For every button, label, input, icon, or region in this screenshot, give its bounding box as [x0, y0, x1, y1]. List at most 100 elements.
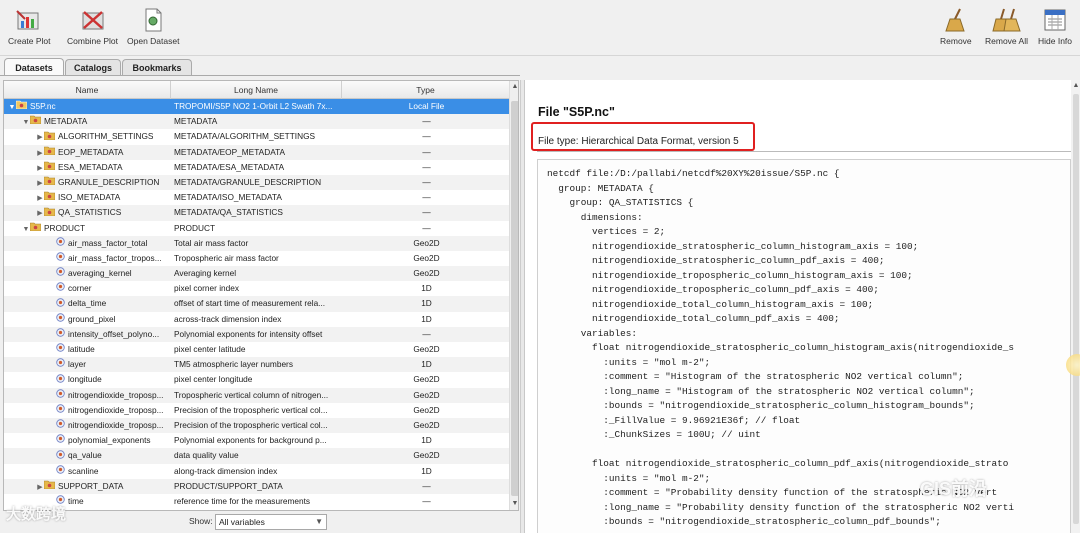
cell-name: latitude — [4, 342, 171, 357]
cell-long-name: Tropospheric vertical column of nitrogen… — [174, 389, 329, 400]
cell-type: Geo2D — [413, 374, 440, 385]
cell-long-name: METADATA/ISO_METADATA — [174, 192, 282, 203]
column-header-name[interactable]: Name — [4, 81, 171, 99]
info-panel: File "S5P.nc" File type: Hierarchical Da… — [524, 80, 1080, 533]
cell-name: corner — [4, 281, 171, 296]
group-folder-icon — [29, 221, 42, 236]
table-row[interactable]: averaging_kernel Averaging kernel Geo2D — [4, 266, 509, 282]
info-scrollbar[interactable]: ▲ — [1071, 80, 1080, 533]
table-row[interactable]: nitrogendioxide_troposp... Precision of t… — [4, 417, 509, 434]
collapsed-toggle-icon[interactable]: ▶ — [36, 191, 44, 206]
info-scroll-up-icon[interactable]: ▲ — [1071, 82, 1080, 89]
show-filter-select[interactable]: All variables ▼ — [215, 514, 327, 530]
table-row[interactable]: longitude pixel center longitude Geo2D — [4, 372, 509, 387]
cell-name: nitrogendioxide_troposp... — [4, 418, 171, 433]
variable-icon — [56, 433, 65, 448]
collapsed-toggle-icon[interactable]: ▶ — [36, 146, 44, 161]
create-plot-button[interactable]: Create Plot — [8, 6, 51, 52]
table-row[interactable]: ▼ S5P.nc TROPOMI/S5P NO2 1-Orbit L2 Swath … — [4, 99, 509, 115]
info-scroll-thumb[interactable] — [1073, 94, 1079, 524]
collapsed-toggle-icon[interactable]: ▶ — [36, 161, 44, 176]
highlight-box — [531, 122, 755, 151]
remove-all-label: Remove All — [985, 36, 1028, 46]
cell-type: Geo2D — [413, 252, 440, 263]
scroll-up-icon[interactable]: ▲ — [510, 83, 518, 93]
cell-name: scanline — [4, 464, 171, 479]
table-row[interactable]: ▼ PRODUCT PRODUCT — — [4, 221, 509, 236]
cell-type: Geo2D — [413, 419, 440, 430]
cell-name: delta_time — [4, 296, 171, 311]
row-name-text: averaging_kernel — [68, 268, 132, 279]
column-header-type[interactable]: Type — [342, 81, 509, 99]
table-row[interactable]: ▼ METADATA METADATA — — [4, 114, 509, 130]
table-row[interactable]: polynomial_exponents Polynomial exponents… — [4, 433, 509, 448]
row-name-text: ESA_METADATA — [58, 161, 123, 172]
table-row[interactable]: ▶ ESA_METADATA METADATA/ESA_METADATA — — [4, 160, 509, 175]
collapsed-toggle-icon[interactable]: ▶ — [36, 480, 44, 495]
cell-long-name: PRODUCT/SUPPORT_DATA — [174, 480, 283, 491]
tab-bookmarks[interactable]: Bookmarks — [122, 59, 192, 76]
row-name-text: delta_time — [68, 298, 107, 309]
table-row[interactable]: time reference time for the measurements — — [4, 494, 509, 509]
cell-name: ▶ ESA_METADATA — [4, 160, 171, 176]
tree-scrollbar[interactable]: ▲ ▼ — [509, 81, 518, 510]
combine-plot-button[interactable]: Combine Plot — [67, 6, 118, 52]
group-folder-icon — [43, 130, 56, 145]
cell-name: intensity_offset_polyno... — [4, 327, 171, 342]
remove-button[interactable]: Remove — [940, 6, 972, 52]
cell-long-name: TROPOMI/S5P NO2 1-Orbit L2 Swath 7x... — [174, 101, 333, 111]
table-row[interactable]: corner pixel corner index 1D — [4, 281, 509, 296]
cell-type: Geo2D — [413, 344, 440, 354]
variable-icon — [56, 388, 65, 403]
table-row[interactable]: nitrogendioxide_troposp... Tropospheric v… — [4, 387, 509, 403]
variable-icon — [56, 297, 65, 312]
table-row[interactable]: ground_pixel across-track dimension index… — [4, 312, 509, 327]
row-name-text: latitude — [68, 344, 95, 354]
table-row[interactable]: delta_time offset of start time of measur… — [4, 296, 509, 312]
row-name-text: GRANULE_DESCRIPTION — [58, 176, 160, 187]
table-row[interactable]: layer TM5 atmospheric layer numbers 1D — [4, 357, 509, 373]
cell-long-name: Precision of the tropospheric vertical c… — [174, 404, 328, 415]
table-row[interactable]: ▶ GRANULE_DESCRIPTION METADATA/GRANULE_DES… — [4, 174, 509, 191]
cell-type: Geo2D — [413, 268, 440, 279]
scroll-down-icon[interactable]: ▼ — [510, 500, 518, 510]
panel-tabs: Datasets Catalogs Bookmarks — [0, 58, 520, 76]
column-header-long-name[interactable]: Long Name — [171, 81, 342, 99]
ncdump-view[interactable]: netcdf file:/D:/pallabi/netcdf%20XY%20is… — [537, 159, 1071, 533]
expanded-toggle-icon[interactable]: ▼ — [22, 115, 30, 130]
cell-name: layer — [4, 357, 171, 372]
table-row[interactable]: latitude pixel center latitude Geo2D — [4, 342, 509, 357]
tab-catalogs[interactable]: Catalogs — [65, 59, 121, 76]
table-row[interactable]: air_mass_factor_total Total air mass fact… — [4, 235, 509, 251]
collapsed-toggle-icon[interactable]: ▶ — [36, 130, 44, 145]
scroll-thumb[interactable] — [511, 101, 518, 496]
collapsed-toggle-icon[interactable]: ▶ — [36, 206, 44, 221]
table-row[interactable]: ▶ SUPPORT_DATA PRODUCT/SUPPORT_DATA — — [4, 478, 509, 495]
cell-long-name: pixel center latitude — [174, 344, 246, 354]
cell-name: longitude — [4, 372, 171, 387]
table-row[interactable]: ▶ ALGORITHM_SETTINGS METADATA/ALGORITHM_SE… — [4, 129, 509, 144]
table-row[interactable]: nitrogendioxide_troposp... Precision of t… — [4, 403, 509, 418]
file-title: File "S5P.nc" — [538, 105, 615, 119]
collapsed-toggle-icon[interactable]: ▶ — [36, 176, 44, 191]
row-name-text: polynomial_exponents — [68, 435, 151, 446]
hide-info-button[interactable]: Hide Info — [1038, 6, 1072, 52]
table-row[interactable]: ▶ EOP_METADATA METADATA/EOP_METADATA — — [4, 144, 509, 161]
create-plot-label: Create Plot — [8, 36, 51, 46]
table-row[interactable]: ▶ QA_STATISTICS METADATA/QA_STATISTICS — — [4, 205, 509, 221]
table-row[interactable]: air_mass_factor_tropos... Tropospheric ai… — [4, 251, 509, 266]
cell-long-name: Polynomial exponents for intensity offse… — [174, 328, 323, 339]
tab-datasets[interactable]: Datasets — [4, 58, 64, 76]
table-row[interactable]: intensity_offset_polyno... Polynomial exp… — [4, 326, 509, 342]
cell-name: ▼ PRODUCT — [4, 221, 171, 237]
table-row[interactable]: scanline along-track dimension index 1D — [4, 464, 509, 479]
open-dataset-button[interactable]: Open Dataset — [127, 6, 179, 52]
table-row[interactable]: ▶ ISO_METADATA METADATA/ISO_METADATA — — [4, 190, 509, 205]
table-header: Name Long Name Type — [4, 81, 509, 99]
cell-type: — — [422, 495, 431, 506]
variable-icon — [56, 342, 65, 357]
remove-all-button[interactable]: Remove All — [985, 6, 1028, 52]
table-row[interactable]: qa_value data quality value Geo2D — [4, 448, 509, 464]
expanded-toggle-icon[interactable]: ▼ — [22, 222, 30, 237]
expanded-toggle-icon[interactable]: ▼ — [8, 100, 16, 115]
